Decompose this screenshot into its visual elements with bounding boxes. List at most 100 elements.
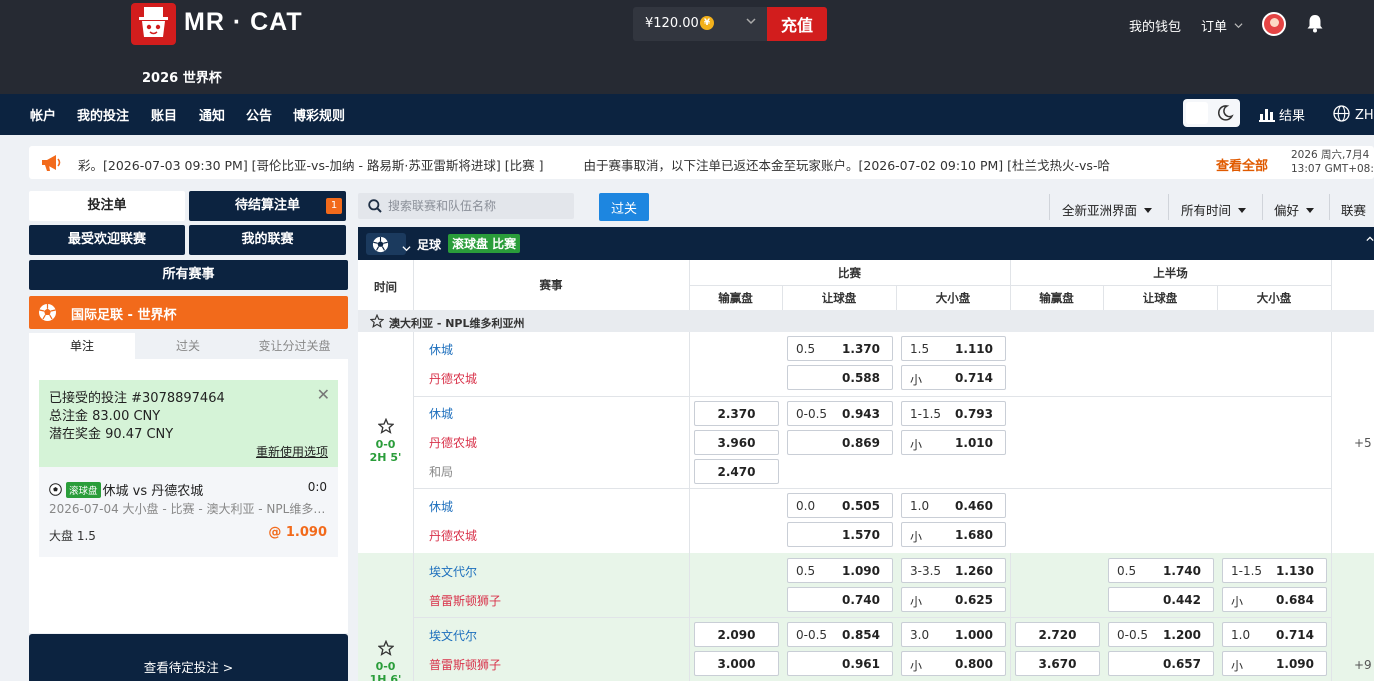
col-event: 赛事 [539,278,563,292]
star-icon[interactable] [377,418,394,434]
star-icon[interactable] [370,314,384,328]
star-icon[interactable] [377,640,394,656]
first-half-under-odds[interactable]: 小 0.684 [1222,587,1327,612]
over-odds[interactable]: 3.0 1.000 [901,622,1006,647]
nav-announcements[interactable]: 公告 [246,105,272,124]
more-markets-link[interactable]: +5 [1354,436,1372,450]
tab-handicap-parlay[interactable]: 变让分过关盘 [241,333,348,359]
moneyline-away-odds[interactable]: 3.960 [694,430,779,455]
handicap-home-odds[interactable]: 0.5 1.090 [787,558,893,583]
view-label: 全新亚洲界面 [1062,203,1138,218]
tab-pending-bets[interactable]: 待结算注单 [189,191,346,221]
handicap-away-odds[interactable]: 1.570 [787,522,893,547]
parlay-button[interactable]: 过关 [599,193,649,221]
under-label: 小 [1231,595,1244,609]
handicap-away-odds[interactable]: 0.740 [787,587,893,612]
more-markets-link[interactable]: +9 [1354,658,1372,672]
nav-account[interactable]: 帐户 [30,105,56,124]
first-half-over-odds[interactable]: 1-1.5 1.130 [1222,558,1327,583]
odds-value: 0.714 [1276,628,1314,642]
view-selector[interactable]: 全新亚洲界面 [1062,200,1153,219]
handicap-away-odds[interactable]: 0.588 [787,365,893,390]
handicap-home-odds[interactable]: 0-0.5 0.943 [787,401,893,426]
first-half-handicap-home-odds[interactable]: 0-0.5 1.200 [1108,622,1214,647]
total-line: 1.5 [910,342,930,356]
over-odds[interactable]: 1.0 0.460 [901,493,1006,518]
col-full-time: 比赛 [838,266,861,280]
popular-leagues-button[interactable]: 最受欢迎联赛 [29,225,185,255]
handicap-home-odds[interactable]: 0.0 0.505 [787,493,893,518]
tab-single-bet[interactable]: 单注 [29,333,135,359]
under-label: 小 [910,373,923,387]
under-odds[interactable]: 小 1.010 [901,430,1006,455]
over-odds[interactable]: 1.5 1.110 [901,336,1006,361]
away-team: 丹德农城 [429,436,478,450]
main-nav: 帐户 我的投注 账目 通知 公告 博彩规则 结果 ZH [0,94,1374,135]
close-icon[interactable]: ✕ [317,386,330,404]
time-filter[interactable]: 所有时间 [1181,200,1247,219]
moneyline-home-odds[interactable]: 2.370 [694,401,779,426]
col-first-half: 上半场 [1153,266,1188,280]
brand-name[interactable]: MR · CAT [184,8,303,37]
first-half-handicap-home-odds[interactable]: 0.5 1.740 [1108,558,1214,583]
theme-toggle[interactable] [1183,99,1240,127]
view-all-link[interactable]: 查看全部 [1216,155,1268,174]
under-odds[interactable]: 小 0.714 [901,365,1006,390]
my-leagues-button[interactable]: 我的联赛 [189,225,346,255]
deposit-button[interactable]: 充值 [767,7,827,41]
over-odds[interactable]: 1-1.5 0.793 [901,401,1006,426]
search-input[interactable] [388,193,568,219]
under-odds[interactable]: 小 0.625 [901,587,1006,612]
collapse-icon[interactable] [1366,232,1374,246]
handicap-home-odds[interactable]: 0-0.5 0.854 [787,622,893,647]
nav-my-bets[interactable]: 我的投注 [77,105,129,124]
tab-parlay[interactable]: 过关 [135,333,241,359]
nav-statement[interactable]: 账目 [151,105,177,124]
my-wallet-link[interactable]: 我的钱包 [1129,16,1181,35]
announcement-ticker: 彩。[2026-07-03 09:30 PM] [哥伦比亚-vs-加纳 - 路易… [29,146,1374,179]
under-label: 小 [910,530,923,544]
moneyline-draw-odds[interactable]: 2.470 [694,459,779,484]
handicap-away-odds[interactable]: 0.869 [787,430,893,455]
odds-value: 1.130 [1276,564,1314,578]
moneyline-away-odds[interactable]: 3.000 [694,651,779,676]
first-half-under-odds[interactable]: 小 1.090 [1222,651,1327,676]
brand-logo[interactable] [131,3,176,45]
moneyline-home-odds[interactable]: 2.090 [694,622,779,647]
all-matches-button[interactable]: 所有赛事 [29,260,348,290]
col-ft-over-under: 大小盘 [935,291,971,305]
over-odds[interactable]: 3-3.5 1.260 [901,558,1006,583]
reuse-selections-link[interactable]: 重新使用选项 [256,443,328,461]
first-half-handicap-away-odds[interactable]: 0.657 [1108,651,1214,676]
under-label: 小 [910,595,923,609]
first-half-over-odds[interactable]: 1.0 0.714 [1222,622,1327,647]
under-label: 小 [910,659,923,673]
odds-value: 0.800 [955,657,993,671]
view-pending-bets-button[interactable]: 查看待定投注 > [29,634,348,681]
handicap-home-odds[interactable]: 0.5 1.370 [787,336,893,361]
language-selector[interactable]: ZH [1333,105,1374,123]
caret-down-icon [1238,208,1247,213]
sport-selector[interactable] [366,233,411,255]
first-half-moneyline-away-odds[interactable]: 3.670 [1015,651,1100,676]
first-half-handicap-away-odds[interactable]: 0.442 [1108,587,1214,612]
results-link[interactable]: 结果 [1259,105,1305,124]
league-filter[interactable]: 联赛 [1341,200,1366,219]
world-cup-banner[interactable]: 国际足联 - 世界杯 [29,296,348,329]
col-time: 时间 [374,280,397,294]
handicap-line: 0.0 [796,499,816,513]
nav-betting-rules[interactable]: 博彩规则 [293,105,345,124]
handicap-away-odds[interactable]: 0.961 [787,651,893,676]
user-avatar[interactable] [1262,12,1286,36]
under-odds[interactable]: 小 0.800 [901,651,1006,676]
balance-dropdown[interactable]: ¥120.00 ¥ [633,7,767,41]
under-odds[interactable]: 小 1.680 [901,522,1006,547]
divider [1168,194,1169,220]
nav-notifications[interactable]: 通知 [199,105,225,124]
orders-dropdown[interactable]: 订单 [1201,16,1243,35]
first-half-moneyline-home-odds[interactable]: 2.720 [1015,622,1100,647]
tab-bet-slip[interactable]: 投注单 [29,191,185,221]
odds-value: 0.684 [1276,593,1314,607]
preferences-filter[interactable]: 偏好 [1274,200,1315,219]
bell-icon[interactable] [1306,14,1324,33]
